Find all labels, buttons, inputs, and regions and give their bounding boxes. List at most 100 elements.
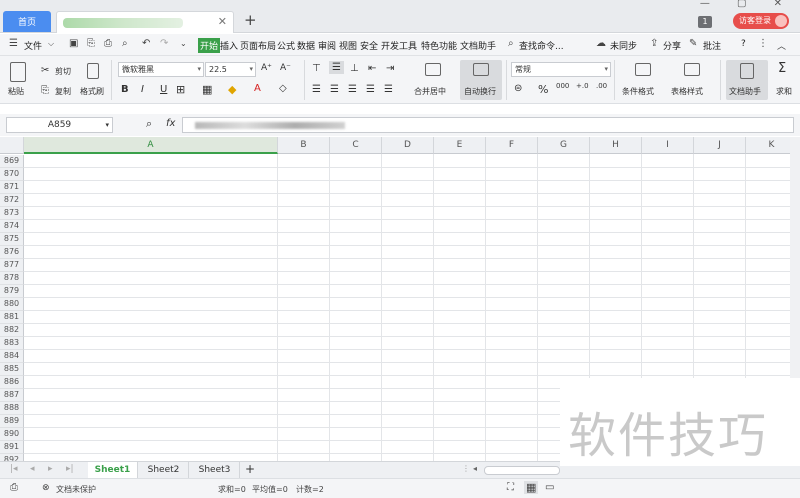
row-header[interactable]: 884 bbox=[0, 350, 24, 363]
clear-format-icon[interactable]: ◇ bbox=[279, 83, 287, 94]
share-button[interactable]: 分享 bbox=[663, 39, 681, 52]
row-header[interactable]: 881 bbox=[0, 311, 24, 324]
align-top-icon[interactable]: ⊤ bbox=[312, 63, 321, 74]
command-search[interactable]: 查找命令... bbox=[519, 39, 564, 52]
column-header-f[interactable]: F bbox=[486, 137, 538, 154]
wrap-text-button[interactable]: 自动换行 bbox=[464, 86, 496, 97]
row-header[interactable]: 875 bbox=[0, 233, 24, 246]
formula-input[interactable] bbox=[182, 117, 794, 133]
distributed-icon[interactable]: ☰ bbox=[384, 84, 393, 95]
close-tab-icon[interactable]: ✕ bbox=[218, 15, 227, 28]
row-header[interactable]: 887 bbox=[0, 389, 24, 402]
last-sheet-icon[interactable]: ▸| bbox=[66, 464, 74, 474]
thousands-icon[interactable]: 000 bbox=[556, 82, 569, 90]
menu-data[interactable]: 数据 bbox=[297, 39, 315, 52]
protection-status[interactable]: 文档未保护 bbox=[56, 484, 96, 495]
add-sheet-button[interactable]: + bbox=[245, 462, 255, 476]
sheet-tab-2[interactable]: Sheet2 bbox=[139, 462, 189, 479]
format-painter-button[interactable]: 格式刷 bbox=[80, 86, 104, 97]
row-header[interactable]: 889 bbox=[0, 415, 24, 428]
row-header[interactable]: 878 bbox=[0, 272, 24, 285]
first-sheet-icon[interactable]: |◂ bbox=[10, 464, 18, 474]
menu-insert[interactable]: 插入 bbox=[220, 39, 238, 52]
increase-font-icon[interactable]: A⁺ bbox=[261, 63, 272, 73]
italic-button[interactable]: I bbox=[141, 84, 144, 95]
decrease-font-icon[interactable]: A⁻ bbox=[280, 63, 291, 73]
window-controls[interactable]: — ▢ ✕ bbox=[700, 0, 794, 9]
row-header[interactable]: 874 bbox=[0, 220, 24, 233]
align-center-icon[interactable]: ☰ bbox=[330, 84, 339, 95]
save-icon[interactable]: ▣ bbox=[69, 38, 78, 49]
number-format-select[interactable]: 常规 ▾ bbox=[511, 62, 611, 77]
menu-file[interactable]: 文件 bbox=[24, 39, 42, 52]
add-tab-button[interactable]: + bbox=[244, 11, 257, 29]
redo-icon[interactable]: ↷ bbox=[160, 38, 168, 49]
align-right-icon[interactable]: ☰ bbox=[348, 84, 357, 95]
column-header-a[interactable]: A bbox=[24, 137, 278, 154]
tab-document[interactable]: ✕ bbox=[56, 11, 234, 33]
menu-page-layout[interactable]: 页面布局 bbox=[240, 39, 276, 52]
indent-increase-icon[interactable]: ⇥ bbox=[386, 63, 394, 74]
row-header[interactable]: 876 bbox=[0, 246, 24, 259]
border-icon[interactable]: ⊞ bbox=[176, 83, 185, 96]
chevron-down-icon[interactable]: ⌵ bbox=[48, 39, 54, 49]
macro-icon[interactable]: ⎙ bbox=[10, 482, 18, 493]
copy-button[interactable]: 复制 bbox=[55, 86, 71, 97]
font-color-icon[interactable]: A bbox=[254, 83, 261, 94]
menu-review[interactable]: 审阅 bbox=[318, 39, 336, 52]
align-left-icon[interactable]: ☰ bbox=[312, 84, 321, 95]
row-header[interactable]: 892 bbox=[0, 454, 24, 461]
row-header[interactable]: 891 bbox=[0, 441, 24, 454]
justify-icon[interactable]: ☰ bbox=[366, 84, 375, 95]
increase-decimal-icon[interactable]: +.0 bbox=[576, 82, 589, 90]
column-header-b[interactable]: B bbox=[278, 137, 330, 154]
menu-doc-assistant[interactable]: 文档助手 bbox=[460, 39, 496, 52]
column-header-c[interactable]: C bbox=[330, 137, 382, 154]
menu-special[interactable]: 特色功能 bbox=[421, 39, 457, 52]
row-header[interactable]: 890 bbox=[0, 428, 24, 441]
column-header-h[interactable]: H bbox=[590, 137, 642, 154]
tab-home[interactable]: 首页 bbox=[3, 11, 51, 32]
sheet-tab-1[interactable]: Sheet1 bbox=[88, 462, 138, 479]
column-header-d[interactable]: D bbox=[382, 137, 434, 154]
more-icon[interactable]: ⋮ bbox=[758, 38, 768, 49]
align-bottom-icon[interactable]: ⊥ bbox=[350, 63, 359, 74]
column-header-i[interactable]: I bbox=[642, 137, 694, 154]
cut-button[interactable]: 剪切 bbox=[55, 66, 71, 77]
row-header[interactable]: 886 bbox=[0, 376, 24, 389]
fill-color-icon[interactable]: ◆ bbox=[228, 83, 236, 96]
conditional-format-button[interactable]: 条件格式 bbox=[622, 86, 654, 97]
align-middle-icon[interactable]: ☰ bbox=[329, 61, 344, 74]
fx-button[interactable]: fx bbox=[166, 118, 175, 129]
sheet-tab-3[interactable]: Sheet3 bbox=[190, 462, 240, 479]
percent-button[interactable]: % bbox=[538, 83, 548, 96]
help-button[interactable]: ? bbox=[741, 39, 746, 49]
column-header-g[interactable]: G bbox=[538, 137, 590, 154]
row-header[interactable]: 879 bbox=[0, 285, 24, 298]
column-header-j[interactable]: J bbox=[694, 137, 746, 154]
row-header[interactable]: 873 bbox=[0, 207, 24, 220]
row-header[interactable]: 883 bbox=[0, 337, 24, 350]
undo-icon[interactable]: ↶ bbox=[142, 38, 150, 49]
row-header[interactable]: 880 bbox=[0, 298, 24, 311]
underline-button[interactable]: U bbox=[160, 84, 167, 95]
cell-style-icon[interactable]: ▦ bbox=[202, 83, 212, 96]
normal-view-icon[interactable]: ▦ bbox=[524, 481, 539, 494]
fullscreen-icon[interactable]: ⛶ bbox=[507, 482, 514, 493]
column-header-e[interactable]: E bbox=[434, 137, 486, 154]
collapse-ribbon-icon[interactable]: ︿ bbox=[777, 39, 786, 52]
name-box[interactable]: A859 ▾ bbox=[6, 117, 113, 133]
horizontal-scrollbar[interactable] bbox=[484, 466, 560, 475]
row-header[interactable]: 877 bbox=[0, 259, 24, 272]
decrease-decimal-icon[interactable]: .00 bbox=[596, 82, 607, 90]
scroll-left-icon[interactable]: ◂ bbox=[473, 464, 477, 473]
indent-decrease-icon[interactable]: ⇤ bbox=[368, 63, 376, 74]
sum-button[interactable]: 求和 bbox=[776, 86, 792, 97]
row-header[interactable]: 872 bbox=[0, 194, 24, 207]
merge-center-button[interactable]: 合并居中 bbox=[414, 86, 446, 97]
menu-developer[interactable]: 开发工具 bbox=[381, 39, 417, 52]
menu-start[interactable]: 开始 bbox=[198, 38, 221, 53]
font-size-select[interactable]: 22.5 ▾ bbox=[205, 62, 256, 77]
select-all-corner[interactable] bbox=[0, 137, 24, 154]
currency-icon[interactable]: ⊜ bbox=[514, 83, 522, 94]
